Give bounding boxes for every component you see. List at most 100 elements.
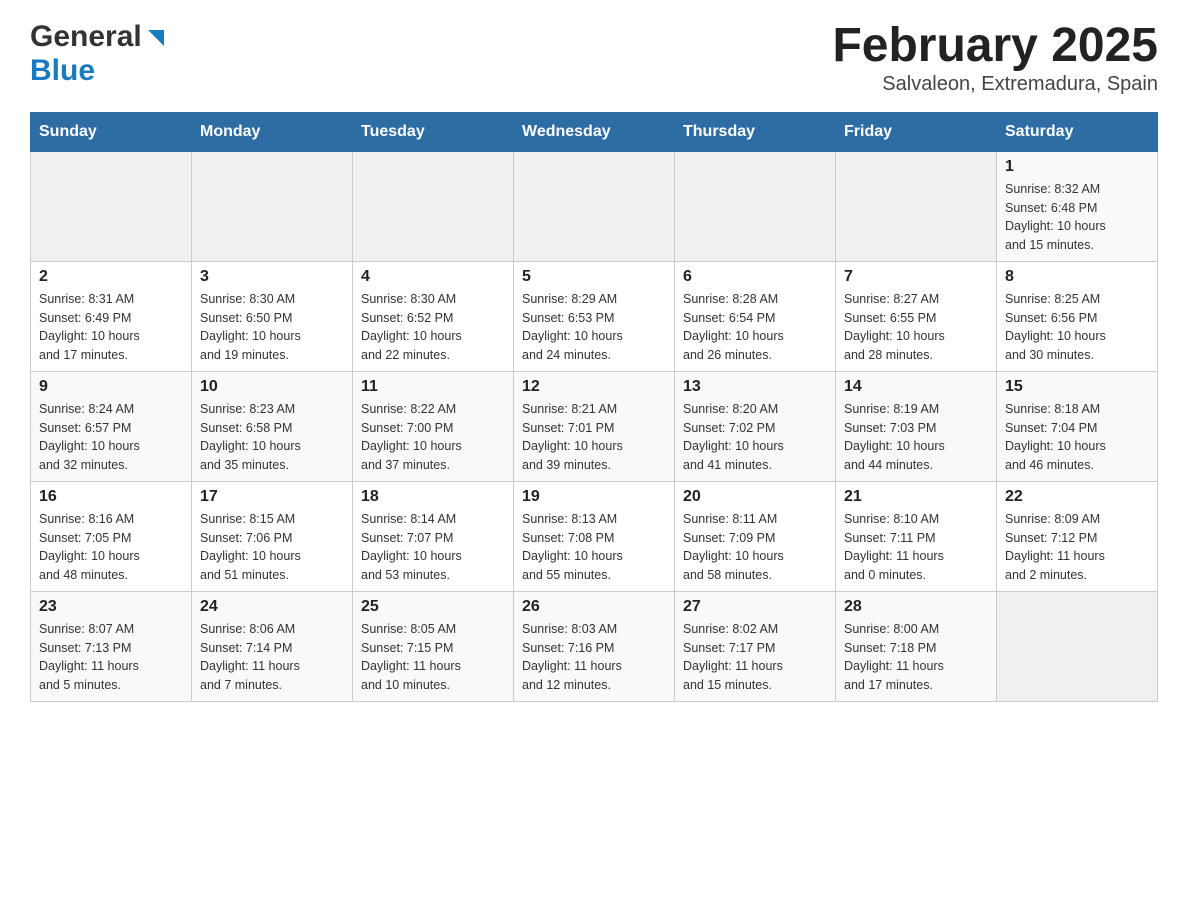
- day-header-thursday: Thursday: [675, 112, 836, 151]
- day-header-sunday: Sunday: [31, 112, 192, 151]
- calendar-cell: 9 Sunrise: 8:24 AM Sunset: 6:57 PM Daylig…: [31, 371, 192, 481]
- calendar-cell: 21Sunrise: 8:10 AM Sunset: 7:11 PM Dayli…: [836, 481, 997, 591]
- day-info: Sunrise: 8:28 AM Sunset: 6:54 PM Dayligh…: [683, 290, 827, 365]
- day-number: 20: [683, 488, 827, 506]
- day-header-tuesday: Tuesday: [353, 112, 514, 151]
- day-info: Sunrise: 8:02 AM Sunset: 7:17 PM Dayligh…: [683, 620, 827, 695]
- day-number: 16: [39, 488, 183, 506]
- calendar-cell: 24Sunrise: 8:06 AM Sunset: 7:14 PM Dayli…: [192, 591, 353, 701]
- day-number: 5: [522, 268, 666, 286]
- calendar-week-row: 16Sunrise: 8:16 AM Sunset: 7:05 PM Dayli…: [31, 481, 1158, 591]
- day-number: 13: [683, 378, 827, 396]
- calendar-cell: [31, 151, 192, 261]
- calendar-cell: 17 Sunrise: 8:15 AM Sunset: 7:06 PM Dayli…: [192, 481, 353, 591]
- day-info: Sunrise: 8:24 AM Sunset: 6:57 PM Dayligh…: [39, 400, 183, 475]
- page-header: General Blue February 2025 Salvaleon, Ex…: [30, 20, 1158, 96]
- day-number: 21: [844, 488, 988, 506]
- day-info: Sunrise: 8:19 AM Sunset: 7:03 PM Dayligh…: [844, 400, 988, 475]
- day-number: 22: [1005, 488, 1149, 506]
- calendar-cell: 18 Sunrise: 8:14 AM Sunset: 7:07 PM Dayli…: [353, 481, 514, 591]
- calendar-cell: 15 Sunrise: 8:18 AM Sunset: 7:04 PM Dayli…: [997, 371, 1158, 481]
- day-number: 14: [844, 378, 988, 396]
- calendar-cell: 7 Sunrise: 8:27 AM Sunset: 6:55 PM Daylig…: [836, 261, 997, 371]
- calendar-cell: 25 Sunrise: 8:05 AM Sunset: 7:15 PM Dayli…: [353, 591, 514, 701]
- day-info: Sunrise: 8:27 AM Sunset: 6:55 PM Dayligh…: [844, 290, 988, 365]
- day-info: Sunrise: 8:05 AM Sunset: 7:15 PM Dayligh…: [361, 620, 505, 695]
- day-info: Sunrise: 8:29 AM Sunset: 6:53 PM Dayligh…: [522, 290, 666, 365]
- day-number: 15: [1005, 378, 1149, 396]
- day-number: 23: [39, 598, 183, 616]
- calendar-cell: 23 Sunrise: 8:07 AM Sunset: 7:13 PM Dayli…: [31, 591, 192, 701]
- day-info: Sunrise: 8:11 AM Sunset: 7:09 PM Dayligh…: [683, 510, 827, 585]
- calendar-cell: 19 Sunrise: 8:13 AM Sunset: 7:08 PM Dayli…: [514, 481, 675, 591]
- calendar-week-row: 9 Sunrise: 8:24 AM Sunset: 6:57 PM Daylig…: [31, 371, 1158, 481]
- day-number: 19: [522, 488, 666, 506]
- day-info: Sunrise: 8:21 AM Sunset: 7:01 PM Dayligh…: [522, 400, 666, 475]
- day-info: Sunrise: 8:23 AM Sunset: 6:58 PM Dayligh…: [200, 400, 344, 475]
- title-area: February 2025 Salvaleon, Extremadura, Sp…: [832, 20, 1158, 96]
- day-info: Sunrise: 8:22 AM Sunset: 7:00 PM Dayligh…: [361, 400, 505, 475]
- day-info: Sunrise: 8:13 AM Sunset: 7:08 PM Dayligh…: [522, 510, 666, 585]
- day-number: 17: [200, 488, 344, 506]
- calendar-cell: 3 Sunrise: 8:30 AM Sunset: 6:50 PM Daylig…: [192, 261, 353, 371]
- day-header-friday: Friday: [836, 112, 997, 151]
- calendar-cell: 10 Sunrise: 8:23 AM Sunset: 6:58 PM Dayli…: [192, 371, 353, 481]
- logo: General Blue: [30, 20, 166, 88]
- calendar-cell: 20 Sunrise: 8:11 AM Sunset: 7:09 PM Dayli…: [675, 481, 836, 591]
- day-info: Sunrise: 8:32 AM Sunset: 6:48 PM Dayligh…: [1005, 180, 1149, 255]
- day-number: 25: [361, 598, 505, 616]
- day-number: 24: [200, 598, 344, 616]
- day-info: Sunrise: 8:20 AM Sunset: 7:02 PM Dayligh…: [683, 400, 827, 475]
- day-info: Sunrise: 8:30 AM Sunset: 6:52 PM Dayligh…: [361, 290, 505, 365]
- day-header-monday: Monday: [192, 112, 353, 151]
- day-info: Sunrise: 8:15 AM Sunset: 7:06 PM Dayligh…: [200, 510, 344, 585]
- logo-general-text: General: [30, 20, 142, 54]
- day-number: 12: [522, 378, 666, 396]
- day-number: 18: [361, 488, 505, 506]
- day-number: 6: [683, 268, 827, 286]
- calendar-cell: 13 Sunrise: 8:20 AM Sunset: 7:02 PM Dayli…: [675, 371, 836, 481]
- page-title: February 2025: [832, 20, 1158, 73]
- calendar-cell: 8 Sunrise: 8:25 AM Sunset: 6:56 PM Daylig…: [997, 261, 1158, 371]
- day-info: Sunrise: 8:03 AM Sunset: 7:16 PM Dayligh…: [522, 620, 666, 695]
- day-info: Sunrise: 8:30 AM Sunset: 6:50 PM Dayligh…: [200, 290, 344, 365]
- calendar-cell: 26 Sunrise: 8:03 AM Sunset: 7:16 PM Dayli…: [514, 591, 675, 701]
- calendar-cell: 11 Sunrise: 8:22 AM Sunset: 7:00 PM Dayli…: [353, 371, 514, 481]
- day-number: 27: [683, 598, 827, 616]
- calendar-week-row: 1 Sunrise: 8:32 AM Sunset: 6:48 PM Daylig…: [31, 151, 1158, 261]
- calendar-cell: [192, 151, 353, 261]
- day-info: Sunrise: 8:31 AM Sunset: 6:49 PM Dayligh…: [39, 290, 183, 365]
- day-number: 3: [200, 268, 344, 286]
- day-info: Sunrise: 8:14 AM Sunset: 7:07 PM Dayligh…: [361, 510, 505, 585]
- day-number: 8: [1005, 268, 1149, 286]
- calendar-cell: 12 Sunrise: 8:21 AM Sunset: 7:01 PM Dayli…: [514, 371, 675, 481]
- day-number: 9: [39, 378, 183, 396]
- calendar-table: SundayMondayTuesdayWednesdayThursdayFrid…: [30, 112, 1158, 702]
- day-info: Sunrise: 8:07 AM Sunset: 7:13 PM Dayligh…: [39, 620, 183, 695]
- calendar-cell: [353, 151, 514, 261]
- day-number: 7: [844, 268, 988, 286]
- calendar-cell: [675, 151, 836, 261]
- day-number: 11: [361, 378, 505, 396]
- logo-blue-text: Blue: [30, 54, 95, 87]
- calendar-week-row: 23 Sunrise: 8:07 AM Sunset: 7:13 PM Dayli…: [31, 591, 1158, 701]
- day-number: 28: [844, 598, 988, 616]
- logo-triangle-icon: [144, 26, 166, 48]
- day-header-saturday: Saturday: [997, 112, 1158, 151]
- day-number: 4: [361, 268, 505, 286]
- page-subtitle: Salvaleon, Extremadura, Spain: [832, 73, 1158, 96]
- day-number: 1: [1005, 158, 1149, 176]
- calendar-cell: 14 Sunrise: 8:19 AM Sunset: 7:03 PM Dayli…: [836, 371, 997, 481]
- day-info: Sunrise: 8:18 AM Sunset: 7:04 PM Dayligh…: [1005, 400, 1149, 475]
- day-number: 2: [39, 268, 183, 286]
- day-number: 26: [522, 598, 666, 616]
- day-info: Sunrise: 8:09 AM Sunset: 7:12 PM Dayligh…: [1005, 510, 1149, 585]
- calendar-cell: 6 Sunrise: 8:28 AM Sunset: 6:54 PM Daylig…: [675, 261, 836, 371]
- calendar-cell: 22 Sunrise: 8:09 AM Sunset: 7:12 PM Dayli…: [997, 481, 1158, 591]
- calendar-cell: 2 Sunrise: 8:31 AM Sunset: 6:49 PM Daylig…: [31, 261, 192, 371]
- day-number: 10: [200, 378, 344, 396]
- calendar-cell: 28Sunrise: 8:00 AM Sunset: 7:18 PM Dayli…: [836, 591, 997, 701]
- day-header-wednesday: Wednesday: [514, 112, 675, 151]
- day-info: Sunrise: 8:25 AM Sunset: 6:56 PM Dayligh…: [1005, 290, 1149, 365]
- calendar-cell: [836, 151, 997, 261]
